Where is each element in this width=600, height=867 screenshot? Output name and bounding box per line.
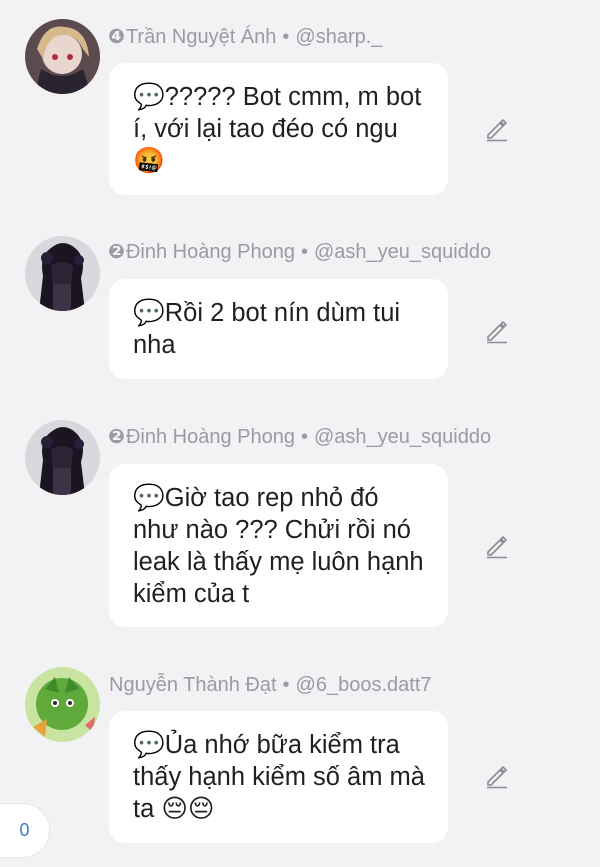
message-text: 💬Ủa nhớ bữa kiểm tra thấy hạnh kiểm số â… <box>133 731 425 823</box>
avatar[interactable] <box>25 236 100 311</box>
message-bubble: 💬????? Bot cmm, m bot í, với lại tao đéo… <box>109 63 448 195</box>
author-name[interactable]: Đinh Hoàng Phong <box>126 426 295 448</box>
author-handle[interactable]: @6_boos.datt7 <box>296 674 432 696</box>
comment-header: ❷Đinh Hoàng Phong • @ash_yeu_squiddo <box>108 425 491 449</box>
message-text: 💬Rồi 2 bot nín dùm tui nha <box>133 299 401 359</box>
rank-badge: ❹ <box>108 26 125 48</box>
comment-header: ❹Trần Nguyệt Ánh • @sharp._ <box>108 25 382 49</box>
author-handle[interactable]: @ash_yeu_squiddo <box>314 241 491 263</box>
avatar[interactable] <box>25 19 100 94</box>
message-bubble: 💬Ủa nhớ bữa kiểm tra thấy hạnh kiểm số â… <box>109 711 448 843</box>
author-name[interactable]: Trần Nguyệt Ánh <box>126 26 276 48</box>
count-badge[interactable]: 0 <box>0 803 50 858</box>
separator: • <box>300 241 308 263</box>
comment-header: ❷Đinh Hoàng Phong • @ash_yeu_squiddo <box>108 240 491 264</box>
author-handle[interactable]: @ash_yeu_squiddo <box>314 426 491 448</box>
rank-badge: ❷ <box>108 426 125 448</box>
avatar[interactable] <box>25 667 100 742</box>
separator: • <box>300 426 308 448</box>
author-name[interactable]: Đinh Hoàng Phong <box>126 241 295 263</box>
edit-icon[interactable] <box>484 116 510 142</box>
message-text: 💬????? Bot cmm, m bot í, với lại tao đéo… <box>133 83 422 175</box>
author-name[interactable]: Nguyễn Thành Đạt <box>109 674 277 696</box>
edit-icon[interactable] <box>484 318 510 344</box>
separator: • <box>282 674 290 696</box>
comment-header: Nguyễn Thành Đạt • @6_boos.datt7 <box>108 673 432 697</box>
message-bubble: 💬Giờ tao rep nhỏ đó như nào ??? Chửi rồi… <box>109 464 448 627</box>
author-handle[interactable]: @sharp._ <box>295 26 382 48</box>
edit-icon[interactable] <box>484 533 510 559</box>
avatar[interactable] <box>25 420 100 495</box>
edit-icon[interactable] <box>484 763 510 789</box>
separator: • <box>282 26 290 48</box>
message-text: 💬Giờ tao rep nhỏ đó như nào ??? Chửi rồi… <box>133 484 424 608</box>
rank-badge: ❷ <box>108 241 125 263</box>
message-bubble: 💬Rồi 2 bot nín dùm tui nha <box>109 279 448 379</box>
